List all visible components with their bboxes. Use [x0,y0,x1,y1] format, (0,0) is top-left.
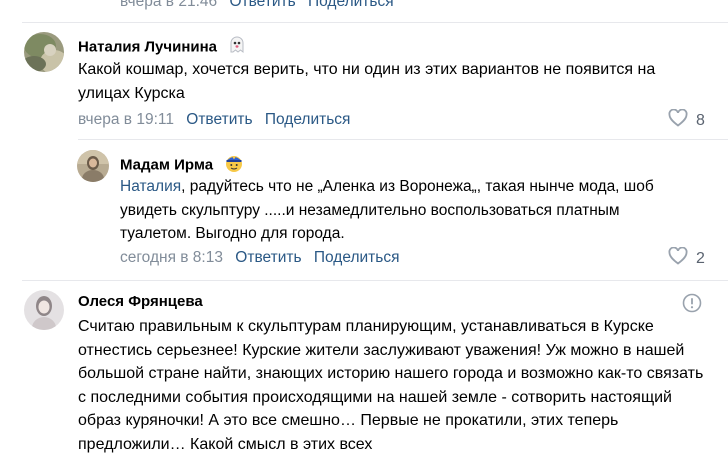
ghost-icon [227,35,247,60]
share-link[interactable]: Поделиться [265,111,351,128]
comment-text: Считаю правильным к скульптурам планирую… [78,318,704,453]
heart-icon [668,108,688,132]
reply-link[interactable]: Ответить [235,249,301,266]
reply-mention[interactable]: Наталия [120,178,181,195]
heart-icon [668,246,688,270]
avatar[interactable] [24,32,64,72]
reply-meta: сегодня в 8:13 Ответить Поделиться [120,248,399,268]
reply-separator [78,139,728,140]
comment-text: Какой кошмар, хочется верить, что ни оди… [78,61,656,102]
reply-body: , радуйтесь что не „Аленка из Воронежа„,… [120,178,654,242]
comment-separator [22,22,728,23]
comment-author-row: Наталия Лучинина [78,35,247,60]
comment-separator [22,280,728,281]
reply-time: сегодня в 8:13 [120,249,223,266]
comment-time: вчера в 19:11 [78,111,174,128]
comment-author[interactable]: Олеся Фрянцева [78,293,203,310]
prev-comment-meta: вчера в 21:46 Ответить Поделиться [120,0,394,12]
share-link[interactable]: Поделиться [308,0,394,10]
reply-link[interactable]: Ответить [186,111,252,128]
comment-time: вчера в 21:46 [120,0,218,10]
avatar[interactable] [24,290,64,330]
share-link[interactable]: Поделиться [314,249,400,266]
like-count: 2 [696,249,705,267]
comment-meta: вчера в 19:11 Ответить Поделиться [78,110,350,130]
like-count: 8 [696,111,705,129]
reply-link[interactable]: Ответить [229,0,295,10]
like-button[interactable]: 2 [668,246,705,270]
reply-author[interactable]: Мадам Ирма [120,157,213,174]
avatar[interactable] [77,150,109,182]
reply-text: Наталия, радуйтесь что не „Аленка из Вор… [120,175,690,246]
like-button[interactable]: 8 [668,108,705,132]
comment-author-row: Олеся Фрянцева [78,292,203,312]
comment-author[interactable]: Наталия Лучинина [78,39,217,56]
